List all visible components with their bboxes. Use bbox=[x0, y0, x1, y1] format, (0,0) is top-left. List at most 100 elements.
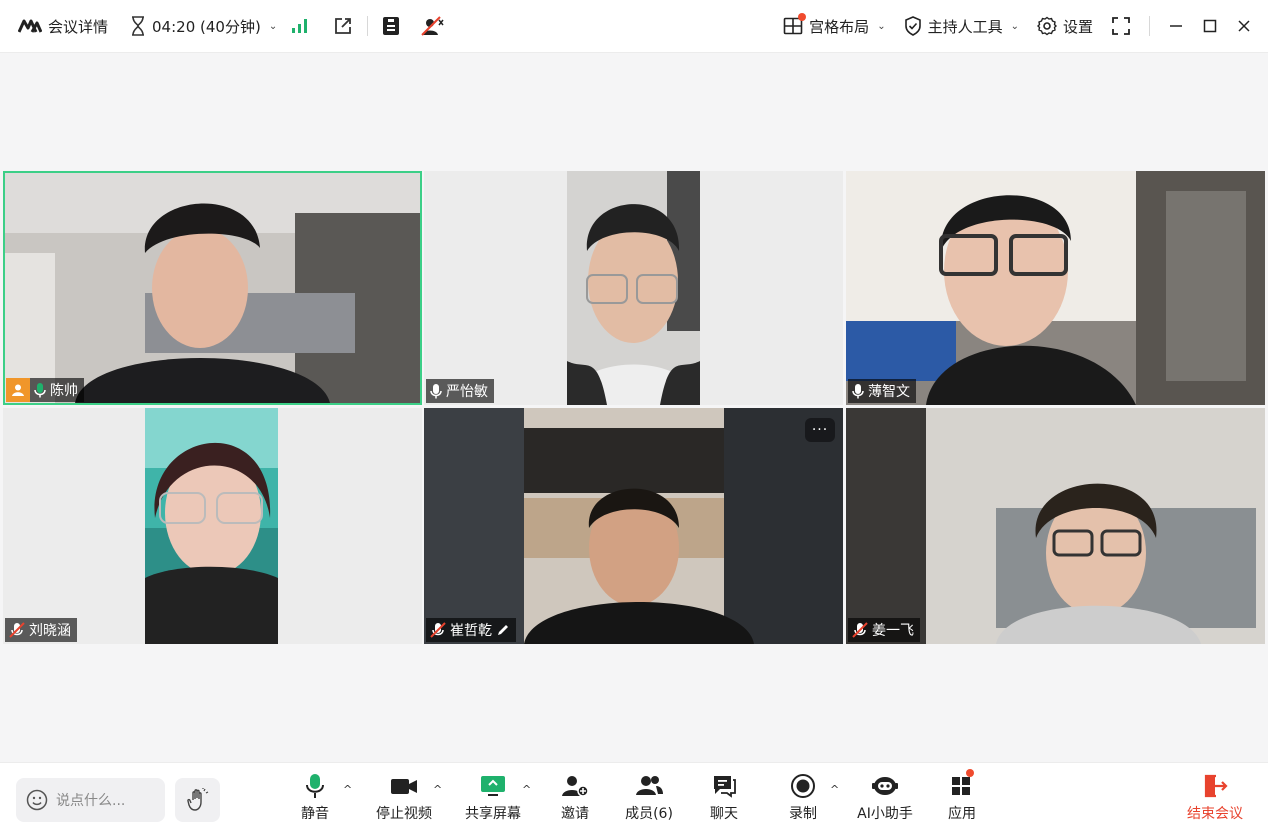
participant-video bbox=[145, 408, 278, 644]
video-camera-icon bbox=[390, 771, 418, 801]
participant-name: 薄智文 bbox=[868, 384, 910, 400]
meeting-details-button[interactable]: 会议详情 bbox=[18, 0, 108, 52]
ai-robot-icon bbox=[871, 771, 899, 801]
mic-muted-icon bbox=[852, 622, 868, 638]
fullscreen-icon[interactable] bbox=[1111, 16, 1131, 36]
signal-strength-icon[interactable] bbox=[291, 18, 309, 34]
share-screen-icon bbox=[480, 771, 506, 801]
video-tile[interactable]: 姜一飞 bbox=[846, 408, 1265, 644]
participant-nametag: 刘晓涵 bbox=[5, 618, 77, 642]
record-options-chevron-icon[interactable]: ^ bbox=[830, 783, 839, 796]
host-badge bbox=[6, 378, 30, 402]
minimize-icon[interactable] bbox=[1168, 18, 1184, 34]
mic-active-icon bbox=[34, 382, 46, 398]
shield-check-icon bbox=[904, 16, 922, 36]
participant-name: 严怡敏 bbox=[446, 384, 488, 400]
chevron-down-icon: ⌄ bbox=[268, 20, 278, 32]
more-options-button[interactable]: ··· bbox=[805, 418, 835, 442]
chevron-down-icon: ⌄ bbox=[877, 20, 886, 32]
stop-video-button[interactable]: 停止视频 bbox=[374, 771, 434, 831]
apps-label: 应用 bbox=[948, 806, 976, 822]
participant-video bbox=[846, 408, 1265, 644]
chevron-down-icon: ⌄ bbox=[1010, 20, 1019, 32]
video-tile[interactable]: 刘晓涵 bbox=[3, 408, 422, 644]
mute-button[interactable]: 静音 bbox=[298, 771, 332, 831]
video-options-chevron-icon[interactable]: ^ bbox=[433, 783, 442, 796]
participant-nametag: 薄智文 bbox=[848, 379, 916, 403]
app-logo-icon bbox=[18, 19, 42, 33]
participant-nametag: 严怡敏 bbox=[426, 379, 494, 403]
participant-video bbox=[567, 171, 700, 405]
bottom-toolbar: 说点什么... 静音 ^ 停止视频 ^ 共享屏幕 ^ 邀请 成员(6) 聊天 录… bbox=[0, 762, 1268, 839]
settings-label: 设置 bbox=[1062, 17, 1093, 36]
video-tile[interactable]: 严怡敏 bbox=[424, 171, 843, 405]
invite-label: 邀请 bbox=[561, 806, 589, 822]
layout-label: 宫格布局 bbox=[809, 17, 870, 36]
video-tile[interactable]: ··· 崔哲乾 bbox=[424, 408, 843, 644]
meeting-timer[interactable]: 04:20 (40分钟) ⌄ bbox=[130, 0, 277, 52]
quick-chat-input[interactable]: 说点什么... bbox=[16, 778, 165, 822]
mic-icon bbox=[852, 383, 864, 399]
host-tools-label: 主持人工具 bbox=[927, 17, 1003, 36]
stop-video-label: 停止视频 bbox=[376, 806, 432, 822]
apps-grid-icon bbox=[950, 769, 974, 801]
mic-muted-icon bbox=[430, 622, 446, 638]
close-icon[interactable] bbox=[1236, 18, 1252, 34]
notes-icon[interactable] bbox=[382, 16, 400, 36]
invite-button[interactable]: 邀请 bbox=[558, 771, 592, 831]
share-screen-button[interactable]: 共享屏幕 bbox=[462, 771, 524, 831]
record-label: 录制 bbox=[789, 806, 817, 822]
participant-name: 姜一飞 bbox=[872, 623, 914, 639]
settings-button[interactable]: 设置 bbox=[1036, 0, 1093, 52]
gear-icon bbox=[1036, 16, 1057, 36]
members-icon bbox=[634, 771, 664, 801]
mic-icon bbox=[305, 771, 325, 801]
pencil-icon bbox=[496, 623, 510, 637]
hide-self-view-icon[interactable] bbox=[420, 16, 444, 36]
mute-label: 静音 bbox=[301, 806, 329, 822]
members-label: 成员(6) bbox=[625, 806, 673, 822]
end-meeting-button[interactable]: 结束会议 bbox=[1185, 771, 1245, 831]
participant-video bbox=[846, 171, 1265, 405]
mute-options-chevron-icon[interactable]: ^ bbox=[343, 783, 352, 796]
chat-label: 聊天 bbox=[710, 806, 738, 822]
end-meeting-label: 结束会议 bbox=[1187, 806, 1243, 822]
hourglass-icon bbox=[130, 16, 146, 36]
notification-dot bbox=[798, 13, 807, 21]
top-bar: 会议详情 04:20 (40分钟) ⌄ 宫格布局 ⌄ 主持人工具 ⌄ 设置 bbox=[0, 0, 1268, 53]
emoji-icon[interactable] bbox=[26, 789, 48, 811]
record-button[interactable]: 录制 bbox=[786, 771, 820, 831]
video-tile[interactable]: 陈帅 bbox=[3, 171, 422, 405]
chat-button[interactable]: 聊天 bbox=[707, 771, 741, 831]
timer-text: 04:20 (40分钟) bbox=[152, 17, 261, 36]
participant-name: 刘晓涵 bbox=[29, 623, 71, 639]
members-button[interactable]: 成员(6) bbox=[625, 771, 673, 831]
grid-layout-icon bbox=[783, 13, 807, 36]
external-window-icon[interactable] bbox=[333, 16, 353, 36]
host-tools-button[interactable]: 主持人工具 ⌄ bbox=[904, 0, 1019, 52]
share-screen-label: 共享屏幕 bbox=[465, 806, 521, 822]
record-icon bbox=[790, 771, 816, 801]
raise-hand-button[interactable] bbox=[175, 778, 220, 822]
ai-assistant-label: AI小助手 bbox=[857, 806, 913, 822]
mic-muted-icon bbox=[9, 622, 25, 638]
raise-hand-icon bbox=[186, 788, 209, 812]
notification-dot bbox=[966, 769, 974, 777]
maximize-icon[interactable] bbox=[1202, 18, 1218, 34]
share-options-chevron-icon[interactable]: ^ bbox=[522, 783, 531, 796]
chat-bubble-icon bbox=[711, 771, 737, 801]
layout-menu-button[interactable]: 宫格布局 ⌄ bbox=[783, 0, 886, 52]
participant-video bbox=[424, 408, 843, 644]
participant-name: 陈帅 bbox=[50, 383, 78, 399]
exit-icon bbox=[1202, 771, 1228, 801]
participant-video bbox=[5, 173, 420, 403]
video-tile[interactable]: 薄智文 bbox=[846, 171, 1265, 405]
add-user-icon bbox=[561, 771, 589, 801]
participant-nametag: 陈帅 bbox=[30, 378, 84, 402]
ai-assistant-button[interactable]: AI小助手 bbox=[855, 771, 915, 831]
mic-icon bbox=[430, 383, 442, 399]
apps-button[interactable]: 应用 bbox=[945, 769, 979, 831]
chat-placeholder: 说点什么... bbox=[56, 793, 126, 809]
participant-nametag: 姜一飞 bbox=[848, 618, 920, 642]
participant-nametag: 崔哲乾 bbox=[426, 618, 516, 642]
